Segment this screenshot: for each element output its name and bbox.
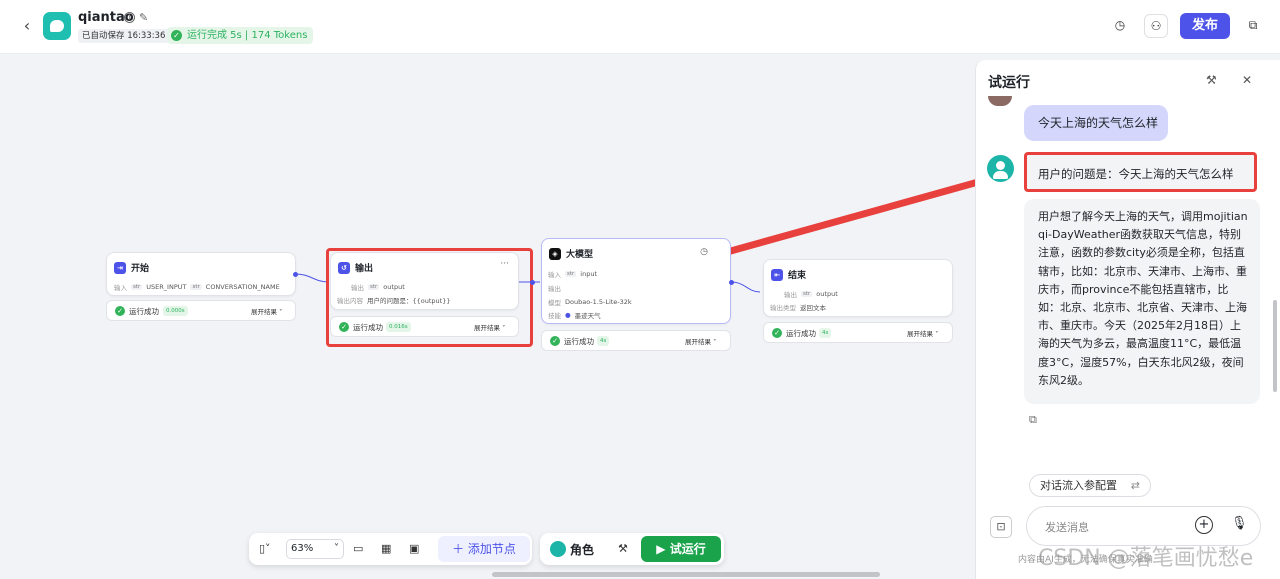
run-time: 4s — [819, 328, 832, 338]
check-icon: ✓ — [171, 30, 182, 41]
llm-run-result: ✓ 运行成功 4s 展开结果 ˅ — [541, 330, 731, 351]
return-type-label: 输出类型 — [770, 304, 796, 312]
highlight-box-output — [326, 248, 533, 347]
start-node[interactable]: ⇥ 开始 输入 str USER_INPUT str CONVERSATION_N… — [106, 252, 296, 296]
add-node-button[interactable]: ＋ 添加节点 — [438, 536, 530, 562]
highlight-box-reply — [1024, 152, 1257, 192]
conversation-config-button[interactable]: 对话流入参配置 ⇄ — [1029, 474, 1151, 497]
comment-icon[interactable]: ▭ — [353, 542, 363, 555]
info-icon[interactable]: i — [124, 12, 135, 23]
role-avatar-icon — [550, 541, 566, 557]
top-bar: ‹ qiantao i ✎ 已自动保存 16:33:36 ✓ 运行完成 5s |… — [0, 0, 1280, 54]
model-name: Doubao-1.5-Lite-32k — [565, 298, 632, 306]
end-title: 结束 — [788, 271, 807, 281]
collaborators-icon[interactable]: ⚇ — [1144, 14, 1168, 38]
run-time: 0.000s — [163, 306, 188, 316]
panel-title: 试运行 — [988, 75, 1030, 91]
toolbox-icon[interactable]: ⊡ — [990, 516, 1012, 538]
check-icon: ✓ — [550, 336, 560, 346]
watermark: CSDN @落笔画忧愁e — [1038, 546, 1254, 571]
canvas-toolbar: ▯˅ 63% ˅ ▭ ▦ ▣ ＋ 添加节点 — [249, 533, 532, 565]
start-icon: ⇥ — [114, 261, 126, 274]
message-placeholder: 发送消息 — [1045, 521, 1089, 534]
var-conversation-name: CONVERSATION_NAME — [205, 283, 280, 291]
layout-icon[interactable]: ▦ — [381, 542, 391, 555]
llm-node[interactable]: ◈ 大模型 ◷ 输入 str input 输出 模型 Doubao-1.5-Lit… — [541, 238, 731, 324]
start-run-result: ✓ 运行成功 0.000s 展开结果 ˅ — [106, 300, 296, 321]
llm-title: 大模型 — [566, 250, 594, 260]
end-run-result: ✓ 运行成功 4s 展开结果 ˅ — [763, 322, 953, 343]
end-icon: ⇤ — [771, 268, 783, 281]
close-icon[interactable]: ✕ — [1242, 73, 1252, 87]
run-status-text: 运行完成 5s | 174 Tokens — [187, 30, 308, 41]
role-button[interactable]: 角色 — [570, 541, 594, 558]
autosave-status: 已自动保存 16:33:36 — [78, 29, 170, 43]
var-user-input: USER_INPUT — [146, 283, 187, 291]
var-input: input — [580, 270, 598, 278]
clock-icon: ◷ — [700, 247, 708, 257]
input-label: 输入 — [114, 284, 127, 292]
copy-window-icon[interactable]: ⧉ — [1241, 14, 1265, 38]
expand-result-button[interactable]: 展开结果 ˅ — [685, 336, 716, 346]
start-title: 开始 — [131, 264, 150, 274]
horizontal-scrollbar[interactable] — [492, 572, 880, 577]
zoom-select[interactable]: 63% ˅ — [286, 539, 344, 559]
check-icon: ✓ — [115, 306, 125, 316]
user-message: 今天上海的天气怎么样 — [1024, 105, 1168, 141]
trial-run-button[interactable]: ▶ 试运行 — [641, 536, 721, 562]
bot-reply-weather: 用户想了解今天上海的天气，调用mojitianqi-DayWeather函数获取… — [1024, 199, 1260, 404]
llm-out-port[interactable] — [729, 280, 734, 285]
end-node[interactable]: ⇤ 结束 输出 str output 输出类型 返回文本 — [763, 259, 953, 317]
check-icon: ✓ — [772, 328, 782, 338]
run-status-badge: ✓ 运行完成 5s | 174 Tokens — [167, 27, 314, 44]
add-icon[interactable]: + — [1195, 516, 1213, 534]
run-toolbar: 角色 ⚒ ▶ 试运行 — [540, 533, 724, 565]
minimap-icon[interactable]: ▣ — [409, 542, 419, 555]
run-text: 运行成功 — [786, 329, 816, 338]
user-avatar — [988, 96, 1012, 106]
skill-label: 技能 — [548, 312, 561, 320]
output-label: 输出 — [548, 285, 561, 293]
skill-name: 墨迹天气 — [574, 312, 601, 320]
start-out-port[interactable] — [293, 272, 298, 277]
workflow-canvas[interactable]: ⇥ 开始 输入 str USER_INPUT str CONVERSATION_N… — [0, 54, 975, 579]
weather-icon: ● — [565, 311, 571, 319]
return-type: 返回文本 — [800, 304, 826, 312]
type-tag: str — [801, 291, 813, 297]
run-text: 运行成功 — [564, 337, 594, 346]
panel-scrollbar[interactable] — [1273, 300, 1277, 392]
microphone-icon[interactable]: 🎙 — [1231, 516, 1248, 531]
trial-run-panel: 试运行 ⚒ ✕ 今天上海的天气怎么样 用户的问题是：今天上海的天气怎么样 用户想… — [975, 60, 1280, 579]
var-output: output — [816, 290, 838, 298]
bot-avatar — [987, 155, 1014, 182]
model-icon: ◈ — [549, 247, 561, 260]
run-time: 4s — [597, 336, 610, 346]
publish-button[interactable]: 发布 — [1180, 13, 1230, 39]
output-out-port[interactable] — [530, 280, 535, 285]
edit-icon[interactable]: ✎ — [139, 11, 148, 24]
copy-icon[interactable]: ⧉ — [1029, 413, 1037, 427]
debug-icon[interactable]: ⚒ — [618, 542, 628, 555]
output-label: 输出 — [784, 291, 797, 299]
input-label: 输入 — [548, 271, 561, 279]
settings-icon[interactable]: ⚒ — [1206, 73, 1217, 87]
expand-result-button[interactable]: 展开结果 ˅ — [907, 328, 938, 338]
expand-result-button[interactable]: 展开结果 ˅ — [251, 306, 282, 316]
mouse-mode-icon[interactable]: ▯˅ — [259, 542, 271, 555]
back-icon[interactable]: ‹ — [17, 16, 37, 36]
app-logo — [43, 12, 71, 40]
type-tag: str — [131, 284, 143, 290]
model-label: 模型 — [548, 299, 561, 307]
type-tag: str — [565, 271, 577, 277]
edge-start-output — [295, 273, 329, 283]
edge-llm-end — [730, 281, 761, 293]
run-text: 运行成功 — [129, 307, 159, 316]
type-tag: str — [190, 284, 202, 290]
history-icon[interactable]: ◷ — [1108, 14, 1132, 38]
